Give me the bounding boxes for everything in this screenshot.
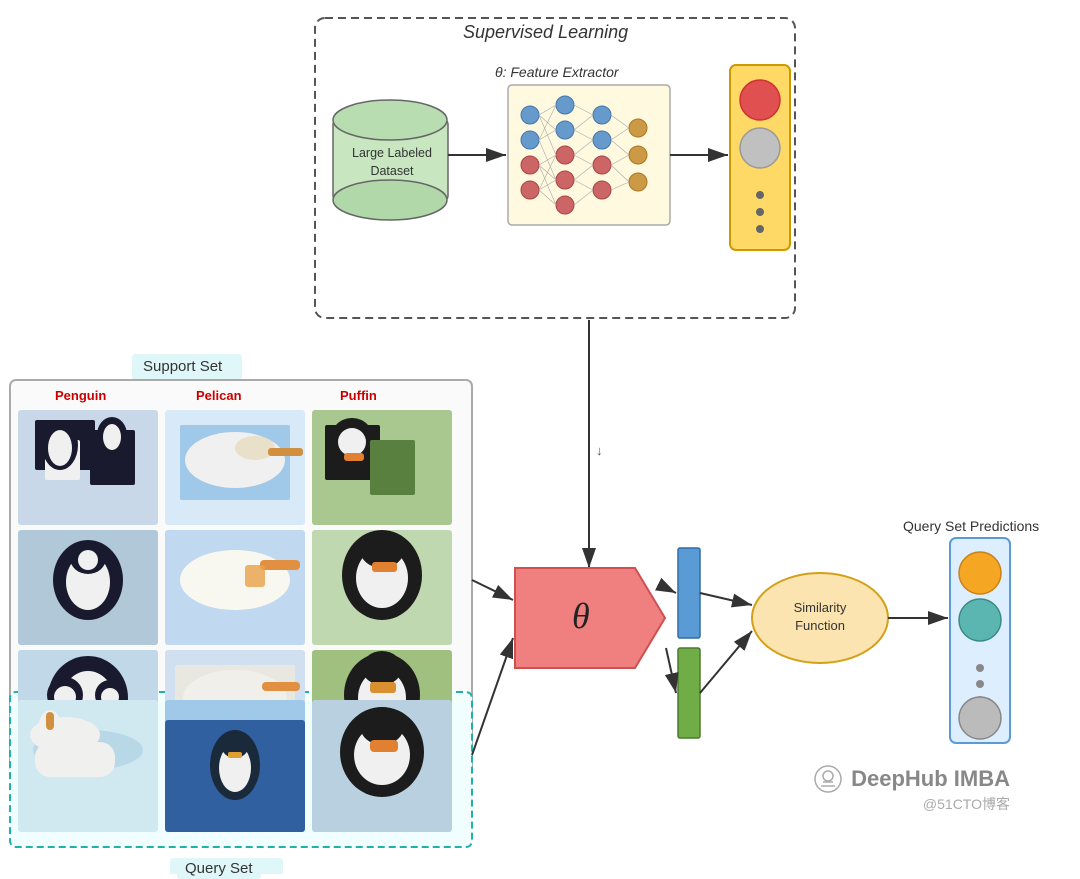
svg-text:Function: Function: [795, 618, 845, 633]
watermark: DeepHub IMBA @51CTO博客: [813, 764, 1010, 814]
species-penguin: Penguin: [55, 388, 106, 403]
supervised-learning-label: Supervised Learning: [463, 22, 628, 43]
dataset-label: Large LabeledDataset: [337, 145, 447, 180]
predictions-label: Query Set Predictions: [903, 518, 1039, 534]
feature-extractor-label: θ: Feature Extractor: [495, 64, 619, 80]
watermark-sub: @51CTO博客: [813, 794, 1010, 814]
species-pelican: Pelican: [196, 388, 242, 403]
species-puffin: Puffin: [340, 388, 377, 403]
diagram-container: θ Similarity Function ↓ Superv: [0, 0, 1080, 874]
watermark-main: DeepHub IMBA: [813, 764, 1010, 794]
svg-text:↓: ↓: [596, 443, 603, 458]
svg-text:Similarity: Similarity: [794, 600, 847, 615]
svg-text:θ: θ: [572, 596, 590, 636]
support-set-label: Support Set: [135, 356, 230, 377]
query-set-label: Query Set: [177, 858, 261, 879]
